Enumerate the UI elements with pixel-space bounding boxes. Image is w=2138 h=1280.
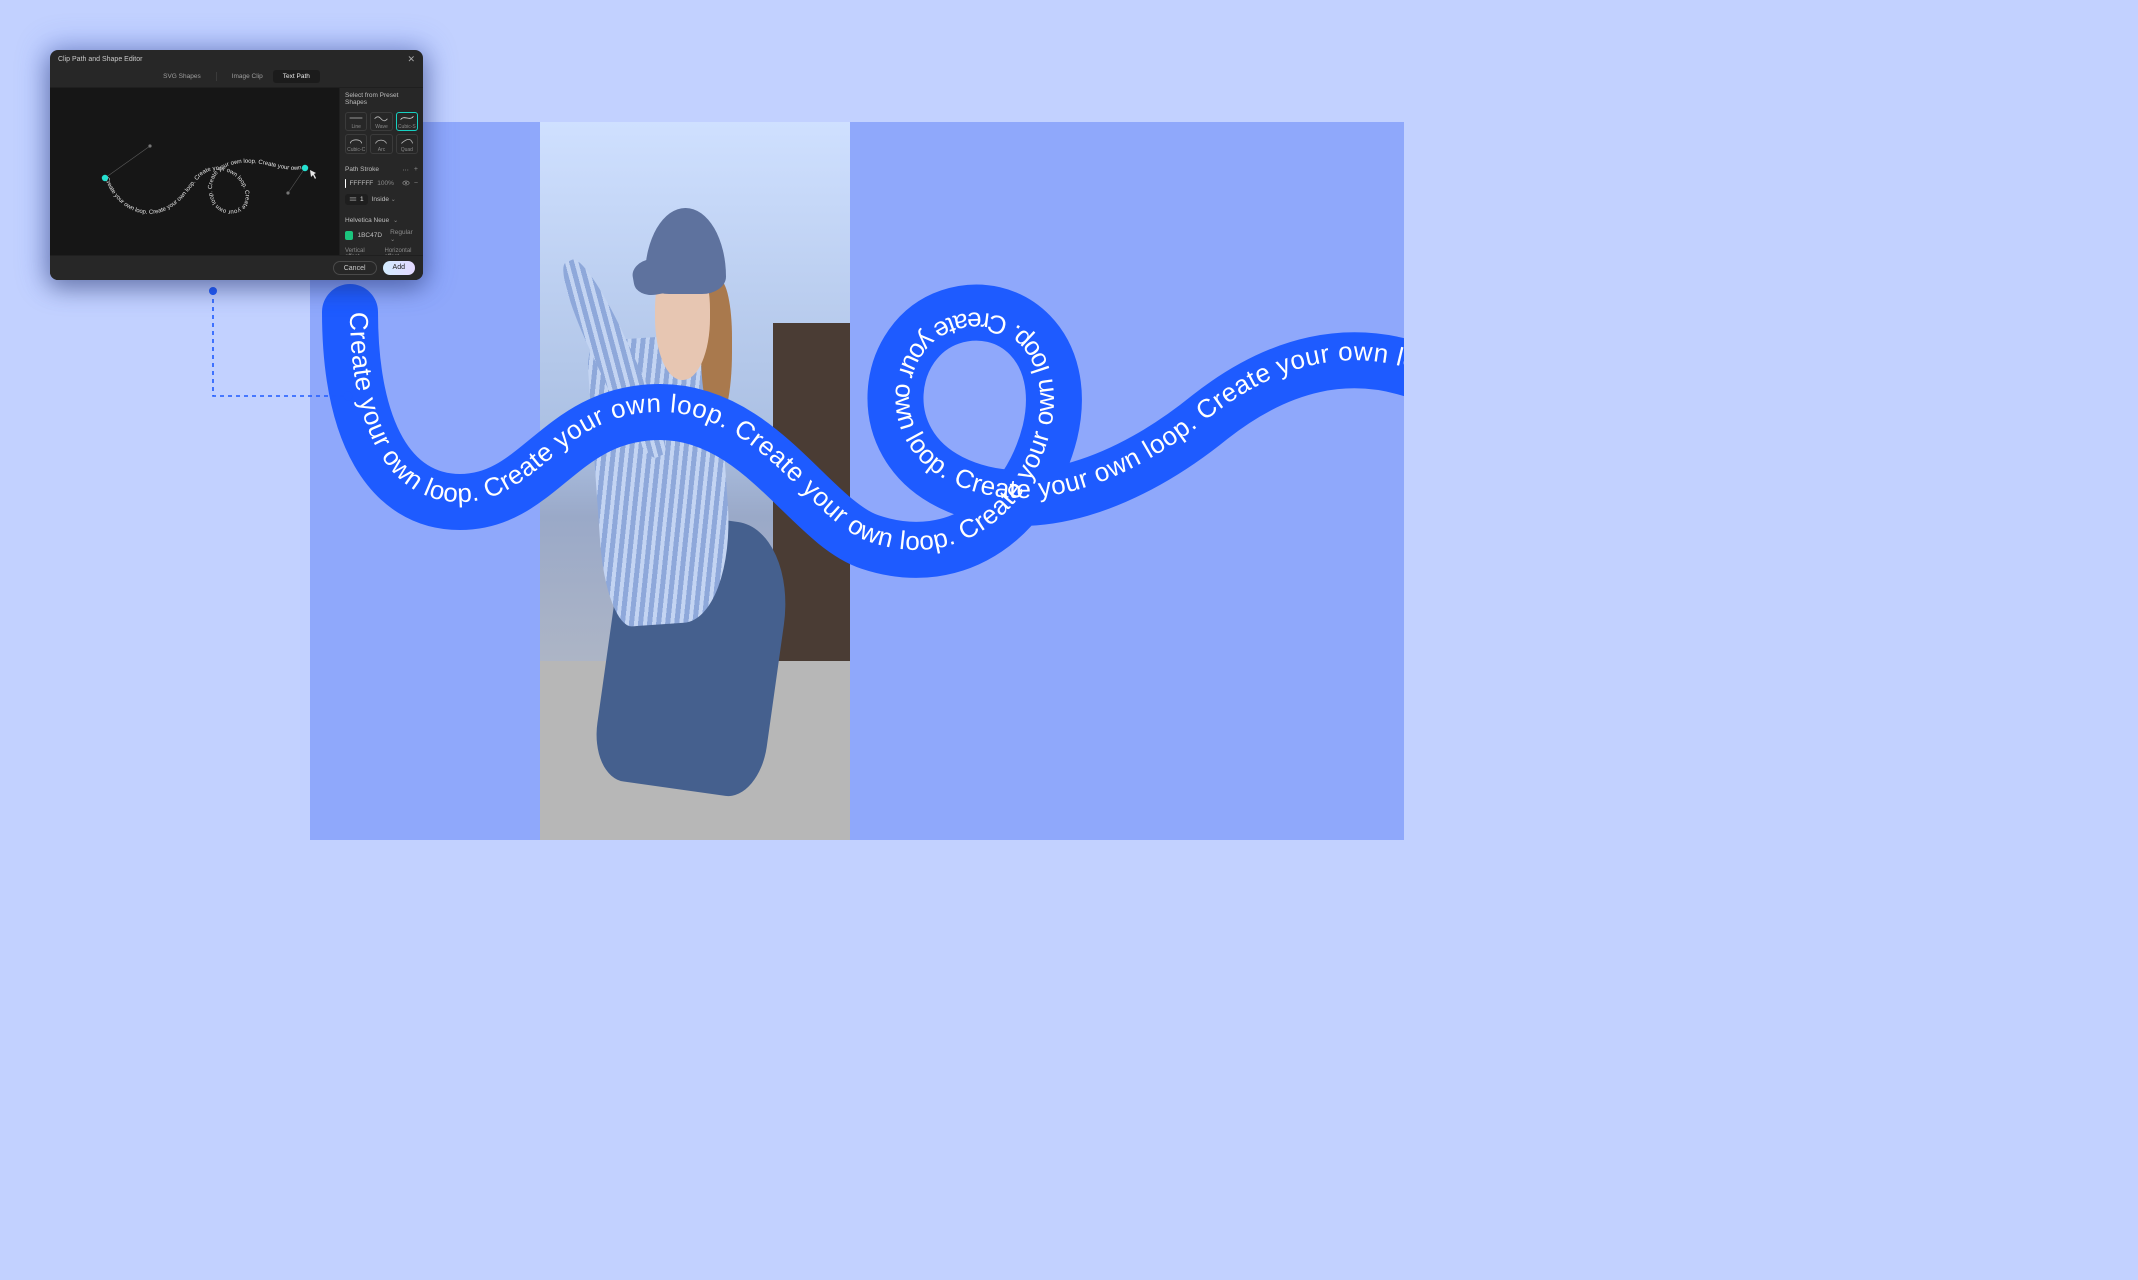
horizontal-offset-label: Horizontal offset	[385, 248, 419, 255]
preset-cubic-c[interactable]: Cubic-C	[345, 134, 367, 153]
vertical-offset-label: Vertical offset	[345, 248, 379, 255]
preset-quad[interactable]: Quad	[396, 134, 418, 153]
tab-text-path[interactable]: Text Path	[273, 70, 320, 83]
chevron-down-icon: ⌄	[393, 217, 398, 224]
stroke-width-input[interactable]: 1	[345, 194, 368, 205]
background-panel	[310, 122, 1404, 840]
tab-svg-shapes[interactable]: SVG Shapes	[153, 70, 211, 83]
editor-tabs: SVG Shapes Image Clip Text Path	[50, 68, 423, 88]
text-color-swatch[interactable]	[345, 231, 353, 240]
preset-wave[interactable]: Wave	[370, 112, 392, 131]
cursor-icon	[310, 170, 316, 179]
path-anchor-start[interactable]	[102, 175, 108, 181]
path-stroke-heading: Path Stroke	[345, 166, 379, 173]
stroke-hex[interactable]: FFFFFF	[349, 180, 373, 187]
cancel-button[interactable]: Cancel	[333, 261, 377, 275]
minus-icon[interactable]: −	[414, 180, 418, 187]
font-family-select[interactable]: Helvetica Neue ⌄	[345, 217, 418, 224]
close-icon[interactable]: ✕	[407, 55, 415, 64]
preset-arc[interactable]: Arc	[370, 134, 392, 153]
preset-cubic-s[interactable]: Cubic-S	[396, 112, 418, 131]
svg-text:Create your own loop. Create y: Create your own loop. Create your own lo…	[103, 159, 302, 216]
clip-path-editor-panel: Clip Path and Shape Editor ✕ SVG Shapes …	[50, 50, 423, 280]
canvas-text-path: Create your own loop. Create your own lo…	[103, 159, 302, 216]
editor-side-panel: Select from Preset Shapes Line Wave Cubi…	[339, 88, 423, 255]
add-button[interactable]: Add	[383, 261, 415, 275]
model-photo	[540, 122, 850, 840]
font-weight-select[interactable]: Regular ⌄	[390, 229, 418, 243]
eye-icon[interactable]	[402, 179, 410, 189]
tab-image-clip[interactable]: Image Clip	[222, 70, 273, 83]
control-handle[interactable]	[286, 191, 289, 194]
stroke-width-icon	[349, 195, 357, 203]
preset-line[interactable]: Line	[345, 112, 367, 131]
plus-icon[interactable]: +	[414, 166, 418, 173]
editor-footer: Cancel Add	[50, 255, 423, 280]
text-hex[interactable]: 1BC47D	[357, 232, 382, 239]
editor-title: Clip Path and Shape Editor	[58, 56, 142, 63]
editor-titlebar: Clip Path and Shape Editor ✕	[50, 50, 423, 68]
stroke-position-select[interactable]: Inside ⌄	[372, 196, 396, 203]
chevron-down-icon: ⌄	[390, 237, 395, 243]
editor-canvas[interactable]: Create your own loop. Create your own lo…	[50, 88, 339, 255]
more-icon[interactable]: ⋯	[402, 166, 410, 174]
control-handle[interactable]	[148, 144, 151, 147]
presets-heading: Select from Preset Shapes	[345, 92, 418, 106]
path-anchor-end[interactable]	[302, 165, 308, 171]
chevron-down-icon: ⌄	[391, 197, 396, 203]
stroke-opacity[interactable]: 100%	[377, 180, 394, 187]
